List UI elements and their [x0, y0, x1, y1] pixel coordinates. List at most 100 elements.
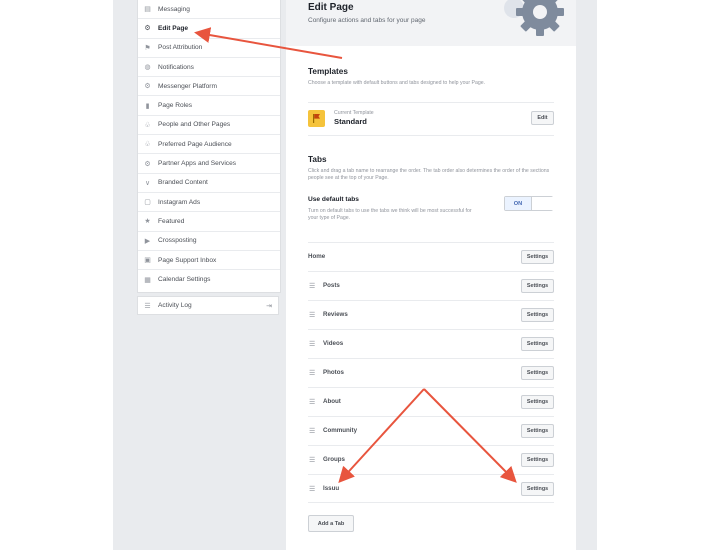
- tab-row-photos[interactable]: ☰ Photos Settings: [308, 358, 554, 387]
- sidebar-item-page-support-inbox[interactable]: ▣ Page Support Inbox: [138, 251, 280, 271]
- use-default-tabs-label: Use default tabs: [308, 196, 359, 203]
- tab-row-community[interactable]: ☰ Community Settings: [308, 416, 554, 445]
- sidebar-item-activity-log[interactable]: ☰ Activity Log ⇥: [137, 296, 279, 315]
- tab-list: Home Settings ☰ Posts Settings ☰ Reviews…: [308, 242, 554, 503]
- sidebar-item-label: Page Support Inbox: [158, 256, 217, 264]
- drag-handle-icon[interactable]: ☰: [309, 485, 315, 493]
- tab-row-posts[interactable]: ☰ Posts Settings: [308, 271, 554, 300]
- sidebar-item-label: Instagram Ads: [158, 198, 201, 206]
- drag-handle-icon[interactable]: ☰: [309, 311, 315, 319]
- drag-handle-icon[interactable]: ☰: [309, 369, 315, 377]
- toggle-on-label: ON: [505, 197, 531, 210]
- tabs-heading: Tabs: [308, 155, 327, 164]
- tab-name: Groups: [323, 456, 346, 463]
- people-icon: ▮: [145, 102, 150, 110]
- sidebar-item-label: Post Attribution: [158, 44, 203, 52]
- tab-name: About: [323, 398, 341, 405]
- use-default-tabs-description: Turn on default tabs to use the tabs we …: [308, 208, 472, 222]
- message-icon: ▤: [144, 6, 151, 14]
- tab-row-issuu[interactable]: ☰ Issuu Settings: [308, 474, 554, 503]
- sidebar-item-calendar-settings[interactable]: ▦ Calendar Settings: [138, 270, 280, 289]
- edit-template-button[interactable]: Edit: [531, 111, 554, 125]
- drag-handle-icon[interactable]: ☰: [309, 282, 315, 290]
- current-template: Current Template Standard Edit: [308, 102, 554, 136]
- tab-name: Videos: [323, 340, 344, 347]
- panel-header: Edit Page Configure actions and tabs for…: [286, 0, 576, 46]
- video-icon: ▶: [144, 237, 151, 245]
- activity-log-label: Activity Log: [158, 302, 192, 309]
- sidebar-item-page-roles[interactable]: ▮ Page Roles: [138, 96, 280, 116]
- community-settings-button[interactable]: Settings: [521, 424, 554, 438]
- tab-name: Posts: [323, 282, 340, 289]
- tab-name: Issuu: [323, 485, 340, 492]
- issuu-settings-button[interactable]: Settings: [521, 482, 554, 496]
- sidebar-item-branded-content[interactable]: ∨ Branded Content: [138, 174, 280, 193]
- sidebar-item-label: People and Other Pages: [158, 121, 231, 129]
- sidebar-item-label: Preferred Page Audience: [158, 140, 232, 148]
- reviews-settings-button[interactable]: Settings: [521, 308, 554, 322]
- sidebar-item-label: Branded Content: [158, 179, 208, 187]
- sidebar-item-label: Calendar Settings: [158, 276, 211, 284]
- sidebar-item-messenger-platform[interactable]: ⚙ Messenger Platform: [138, 77, 280, 97]
- sidebar-item-people-and-other-pages[interactable]: ♧ People and Other Pages: [138, 116, 280, 136]
- gear-icon: ⚙: [144, 160, 151, 168]
- drag-handle-icon[interactable]: ☰: [309, 398, 315, 406]
- sidebar-item-notifications[interactable]: ◍ Notifications: [138, 58, 280, 78]
- list-icon: ☰: [144, 302, 151, 310]
- page-title: Edit Page: [308, 2, 354, 13]
- posts-settings-button[interactable]: Settings: [521, 279, 554, 293]
- sidebar-item-label: Messenger Platform: [158, 82, 217, 90]
- drag-handle-icon[interactable]: ☰: [309, 340, 315, 348]
- sidebar-item-messaging[interactable]: ▤ Messaging: [138, 0, 280, 20]
- page-subtitle: Configure actions and tabs for your page: [308, 17, 426, 24]
- sidebar-item-crossposting[interactable]: ▶ Crossposting: [138, 232, 280, 251]
- star-icon: ★: [144, 218, 151, 226]
- tabs-description: Click and drag a tab name to rearrange t…: [308, 168, 550, 182]
- sidebar-item-post-attribution[interactable]: ⚑ Post Attribution: [138, 39, 280, 58]
- sidebar-item-partner-apps[interactable]: ⚙ Partner Apps and Services: [138, 154, 280, 174]
- sidebar-item-instagram-ads[interactable]: ▢ Instagram Ads: [138, 193, 280, 213]
- sidebar-item-label: Partner Apps and Services: [158, 160, 237, 168]
- current-template-name: Standard: [334, 117, 367, 126]
- sidebar-item-edit-page[interactable]: ⚙ Edit Page: [138, 19, 280, 39]
- photos-settings-button[interactable]: Settings: [521, 366, 554, 380]
- sidebar-item-preferred-page-audience[interactable]: ♧ Preferred Page Audience: [138, 135, 280, 155]
- handshake-icon: ∨: [144, 179, 151, 187]
- use-default-tabs-toggle[interactable]: ON: [504, 196, 553, 211]
- add-a-tab-button[interactable]: Add a Tab: [308, 515, 354, 532]
- tab-row-reviews[interactable]: ☰ Reviews Settings: [308, 300, 554, 329]
- tab-row-about[interactable]: ☰ About Settings: [308, 387, 554, 416]
- gear-icon: ⚙: [144, 83, 151, 91]
- current-template-label: Current Template: [334, 110, 374, 116]
- tab-row-home: Home Settings: [308, 242, 554, 271]
- tab-row-groups[interactable]: ☰ Groups Settings: [308, 445, 554, 474]
- about-settings-button[interactable]: Settings: [521, 395, 554, 409]
- sidebar-item-label: Page Roles: [158, 102, 193, 110]
- videos-settings-button[interactable]: Settings: [521, 337, 554, 351]
- drag-handle-icon[interactable]: ☰: [309, 456, 315, 464]
- home-settings-button[interactable]: Settings: [521, 250, 554, 264]
- sidebar-item-label: Featured: [158, 217, 185, 225]
- thumbs-up-icon: ♧: [144, 141, 151, 149]
- tab-name: Photos: [323, 369, 344, 376]
- sidebar-item-label: Notifications: [158, 63, 194, 71]
- sidebar-item-label: Edit Page: [158, 24, 189, 32]
- drag-handle-icon[interactable]: ☰: [309, 427, 315, 435]
- thumbs-up-icon: ♧: [144, 121, 151, 129]
- tab-name: Home: [308, 253, 326, 260]
- edit-page-panel: Edit Page Configure actions and tabs for…: [286, 0, 576, 550]
- templates-description: Choose a template with default buttons a…: [308, 80, 486, 86]
- templates-heading: Templates: [308, 67, 348, 76]
- settings-sidebar: ▤ Messaging ⚙ Edit Page ⚑ Post Attributi…: [137, 0, 281, 293]
- sidebar-item-label: Messaging: [158, 5, 190, 13]
- gear-icon: ⚙: [144, 25, 151, 33]
- groups-settings-button[interactable]: Settings: [521, 453, 554, 467]
- flag-icon: [308, 110, 325, 127]
- flag-icon: ⚑: [144, 44, 151, 52]
- camera-icon: ▢: [144, 199, 151, 207]
- tab-row-videos[interactable]: ☰ Videos Settings: [308, 329, 554, 358]
- inbox-icon: ▣: [144, 257, 151, 264]
- sidebar-item-featured[interactable]: ★ Featured: [138, 212, 280, 232]
- tab-name: Community: [323, 427, 358, 434]
- calendar-icon: ▦: [144, 276, 151, 284]
